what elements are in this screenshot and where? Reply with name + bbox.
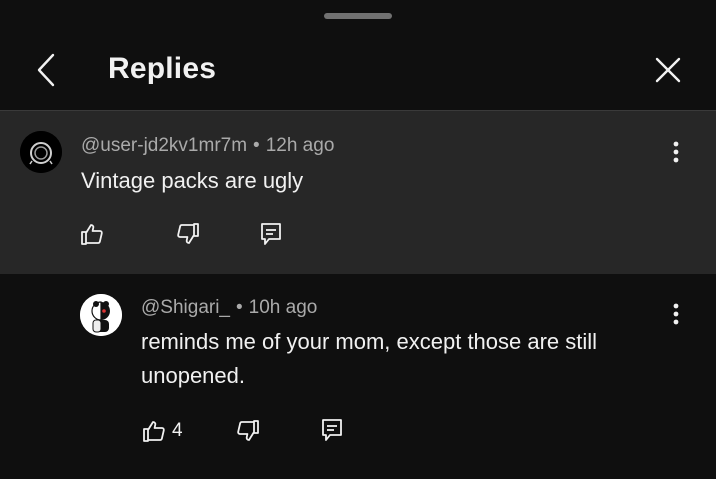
page-title: Replies <box>108 52 217 85</box>
like-count: 4 <box>172 420 183 441</box>
comment-meta: @Shigari_ • 10h ago <box>141 297 317 319</box>
close-icon <box>655 57 681 83</box>
drag-handle[interactable] <box>324 13 392 19</box>
dislike-button[interactable] <box>176 222 200 246</box>
parent-comment: @user-jd2kv1mr7m • 12h ago Vintage packs a… <box>0 111 716 274</box>
reply-button[interactable] <box>259 221 283 247</box>
back-button[interactable] <box>26 50 66 90</box>
avatar[interactable] <box>80 294 122 336</box>
chevron-left-icon <box>37 53 55 87</box>
replies-header: Replies <box>0 22 716 110</box>
author-handle[interactable]: @user-jd2kv1mr7m <box>81 135 247 156</box>
reply-comment: @Shigari_ • 10h ago reminds me of your mom… <box>0 274 716 479</box>
avatar-image <box>20 131 62 173</box>
author-handle[interactable]: @Shigari_ <box>141 297 230 318</box>
comment-text: Vintage packs are ugly <box>81 168 304 193</box>
thumbs-up-icon <box>143 421 165 442</box>
thumbs-up-icon <box>81 224 103 245</box>
comment-time: 10h ago <box>248 297 318 318</box>
comment-reply-icon <box>322 419 342 441</box>
more-options-button[interactable] <box>664 294 688 334</box>
comment-text: reminds me of your mom, except those are… <box>141 329 598 388</box>
like-button[interactable]: 4 <box>142 419 183 443</box>
comment-time: 12h ago <box>265 135 335 156</box>
more-options-button[interactable] <box>664 132 688 172</box>
meta-separator: • <box>236 297 243 318</box>
close-button[interactable] <box>648 50 688 90</box>
thumbs-down-icon <box>177 223 199 244</box>
like-button[interactable] <box>80 222 110 246</box>
meta-separator: • <box>253 135 260 156</box>
avatar[interactable] <box>20 131 62 173</box>
dislike-button[interactable] <box>236 419 260 443</box>
more-vertical-icon <box>673 141 679 163</box>
comment-meta: @user-jd2kv1mr7m • 12h ago <box>81 135 334 157</box>
comment-reply-icon <box>261 223 281 245</box>
reply-button[interactable] <box>320 417 344 443</box>
thumbs-down-icon <box>237 420 259 441</box>
avatar-image <box>80 294 122 336</box>
more-vertical-icon <box>673 303 679 325</box>
